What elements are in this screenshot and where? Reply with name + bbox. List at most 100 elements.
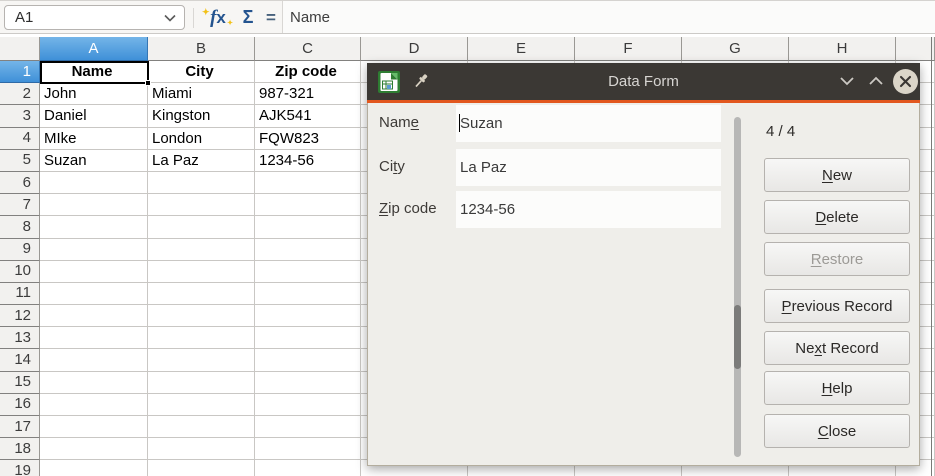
row-header-19[interactable]: 19 xyxy=(0,460,40,476)
row-header-3[interactable]: 3 xyxy=(0,105,40,127)
cell-C16[interactable] xyxy=(255,394,361,416)
column-header-F[interactable]: F xyxy=(575,37,682,61)
cell-C11[interactable] xyxy=(255,283,361,305)
column-header-A[interactable]: A xyxy=(40,37,148,61)
cell-C8[interactable] xyxy=(255,216,361,238)
row-header-2[interactable]: 2 xyxy=(0,83,40,105)
previous-record-button[interactable]: Previous Record xyxy=(764,289,910,323)
column-header-B[interactable]: B xyxy=(148,37,255,61)
cell-C19[interactable] xyxy=(255,460,361,476)
row-header-9[interactable]: 9 xyxy=(0,239,40,261)
cell-A10[interactable] xyxy=(40,261,148,283)
roll-up-icon[interactable] xyxy=(866,71,886,91)
row-header-16[interactable]: 16 xyxy=(0,394,40,416)
column-header-partial[interactable] xyxy=(896,37,935,61)
cell-B8[interactable] xyxy=(148,216,255,238)
cell-C3[interactable]: AJK541 xyxy=(255,105,361,127)
delete-button[interactable]: Delete xyxy=(764,200,910,234)
cell-C6[interactable] xyxy=(255,172,361,194)
cell-A1[interactable]: Name xyxy=(40,61,148,83)
dialog-scrollbar[interactable] xyxy=(734,117,741,457)
cell-C2[interactable]: 987-321 xyxy=(255,83,361,105)
cell-C9[interactable] xyxy=(255,239,361,261)
row-header-7[interactable]: 7 xyxy=(0,194,40,216)
cell-B14[interactable] xyxy=(148,349,255,371)
cell-C13[interactable] xyxy=(255,327,361,349)
close-icon[interactable] xyxy=(893,69,918,94)
cell-C14[interactable] xyxy=(255,349,361,371)
next-record-button[interactable]: Next Record xyxy=(764,331,910,365)
cell-B9[interactable] xyxy=(148,239,255,261)
function-wizard-icon[interactable]: ✦ fx ✦ xyxy=(201,5,235,30)
restore-button[interactable]: Restore xyxy=(764,242,910,276)
cell-B15[interactable] xyxy=(148,372,255,394)
city-field[interactable] xyxy=(456,149,721,186)
cell-A18[interactable] xyxy=(40,438,148,460)
row-header-14[interactable]: 14 xyxy=(0,349,40,371)
name-box[interactable]: A1 xyxy=(4,5,185,30)
cell-A8[interactable] xyxy=(40,216,148,238)
zip-code-field[interactable] xyxy=(456,191,721,228)
cell-B19[interactable] xyxy=(148,460,255,476)
cell-A16[interactable] xyxy=(40,394,148,416)
cell-B2[interactable]: Miami xyxy=(148,83,255,105)
cell-B13[interactable] xyxy=(148,327,255,349)
cell-A12[interactable] xyxy=(40,305,148,327)
row-header-4[interactable]: 4 xyxy=(0,128,40,150)
cell-B1[interactable]: City xyxy=(148,61,255,83)
pin-icon[interactable] xyxy=(412,72,430,91)
cell-B17[interactable] xyxy=(148,416,255,438)
row-header-13[interactable]: 13 xyxy=(0,327,40,349)
row-header-11[interactable]: 11 xyxy=(0,283,40,305)
cell-B12[interactable] xyxy=(148,305,255,327)
cell-A4[interactable]: MIke xyxy=(40,128,148,150)
cell-A2[interactable]: John xyxy=(40,83,148,105)
cell-B6[interactable] xyxy=(148,172,255,194)
column-header-E[interactable]: E xyxy=(468,37,575,61)
row-header-1[interactable]: 1 xyxy=(0,61,40,83)
cell-C10[interactable] xyxy=(255,261,361,283)
cell-B7[interactable] xyxy=(148,194,255,216)
cell-C4[interactable]: FQW823 xyxy=(255,128,361,150)
dialog-titlebar[interactable]: Data Form xyxy=(367,63,920,100)
cell-B4[interactable]: London xyxy=(148,128,255,150)
cell-A7[interactable] xyxy=(40,194,148,216)
column-header-C[interactable]: C xyxy=(255,37,361,61)
cell-B5[interactable]: La Paz xyxy=(148,150,255,172)
cell-C12[interactable] xyxy=(255,305,361,327)
row-header-12[interactable]: 12 xyxy=(0,305,40,327)
row-header-15[interactable]: 15 xyxy=(0,372,40,394)
cell-C7[interactable] xyxy=(255,194,361,216)
name-box-dropdown-icon[interactable] xyxy=(164,14,176,22)
cell-A9[interactable] xyxy=(40,239,148,261)
cell-B10[interactable] xyxy=(148,261,255,283)
cell-A19[interactable] xyxy=(40,460,148,476)
cell-B18[interactable] xyxy=(148,438,255,460)
scrollbar-thumb[interactable] xyxy=(734,305,741,369)
cell-A15[interactable] xyxy=(40,372,148,394)
equals-icon[interactable]: = xyxy=(261,5,281,30)
cell-A5[interactable]: Suzan xyxy=(40,150,148,172)
help-button[interactable]: Help xyxy=(764,371,910,405)
cell-C5[interactable]: 1234-56 xyxy=(255,150,361,172)
name-field[interactable] xyxy=(456,105,721,142)
row-header-17[interactable]: 17 xyxy=(0,416,40,438)
cell-C1[interactable]: Zip code xyxy=(255,61,361,83)
column-header-G[interactable]: G xyxy=(682,37,789,61)
cell-A14[interactable] xyxy=(40,349,148,371)
cell-C17[interactable] xyxy=(255,416,361,438)
cell-B16[interactable] xyxy=(148,394,255,416)
cell-A3[interactable]: Daniel xyxy=(40,105,148,127)
cell-A17[interactable] xyxy=(40,416,148,438)
cell-A13[interactable] xyxy=(40,327,148,349)
cell-B3[interactable]: Kingston xyxy=(148,105,255,127)
formula-input-line[interactable]: Name xyxy=(282,1,935,33)
cell-A6[interactable] xyxy=(40,172,148,194)
select-all-corner[interactable] xyxy=(0,37,40,61)
row-header-10[interactable]: 10 xyxy=(0,261,40,283)
column-header-D[interactable]: D xyxy=(361,37,468,61)
row-header-5[interactable]: 5 xyxy=(0,150,40,172)
close-button[interactable]: Close xyxy=(764,414,910,448)
cell-B11[interactable] xyxy=(148,283,255,305)
cell-A11[interactable] xyxy=(40,283,148,305)
